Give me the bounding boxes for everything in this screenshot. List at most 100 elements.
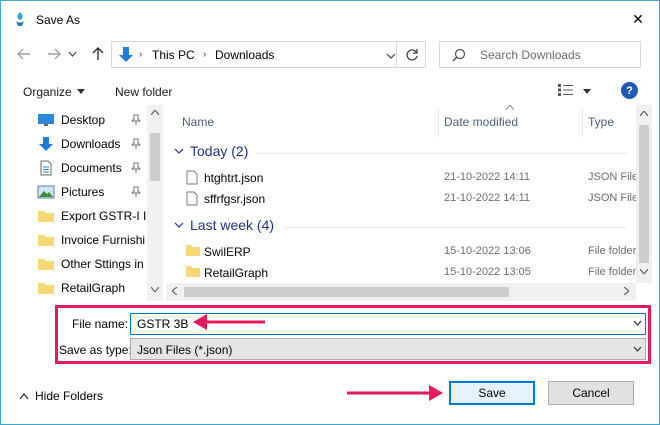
group-header-today[interactable]: Today (2) — [174, 143, 248, 159]
search-input[interactable]: Search Downloads — [439, 41, 641, 68]
back-arrow-icon — [17, 48, 30, 60]
sidebar-item-other-settings[interactable]: Other Sttings in S — [25, 253, 147, 275]
sidebar-item-desktop[interactable]: Desktop — [25, 109, 147, 131]
group-label: Last week (4) — [190, 217, 275, 233]
file-list: Name Date modified Type Today (2) htghtr… — [166, 105, 636, 301]
breadcrumb-this-pc[interactable]: This PC — [152, 48, 195, 62]
navigation-scrollbar[interactable] — [147, 105, 163, 301]
downloads-location-icon — [119, 47, 133, 62]
sidebar-item-documents[interactable]: Documents — [25, 157, 147, 179]
column-header-type[interactable]: Type — [588, 115, 614, 129]
recent-locations-button[interactable] — [65, 43, 79, 65]
pin-icon — [131, 186, 141, 197]
file-date: 15-10-2022 13:05 — [444, 266, 531, 278]
close-button[interactable]: ✕ — [623, 7, 653, 31]
sidebar-item-downloads[interactable]: Downloads — [25, 133, 147, 155]
chevron-up-icon — [19, 392, 29, 399]
pin-icon — [131, 162, 141, 173]
up-button[interactable] — [87, 43, 109, 65]
sidebar-item-label: Other Sttings in S — [61, 257, 147, 271]
scrollbar-thumb[interactable] — [639, 125, 649, 263]
sidebar-item-label: Invoice Furnishi — [61, 233, 146, 247]
file-row[interactable]: sffrfgsr.json 21-10-2022 14:11 JSON File — [166, 188, 636, 209]
file-row[interactable]: htghtrt.json 21-10-2022 14:11 JSON File — [166, 167, 636, 188]
sidebar-item-label: RetailGraph — [61, 281, 126, 295]
file-type: JSON File — [588, 171, 636, 183]
column-divider[interactable] — [438, 107, 439, 137]
file-icon — [186, 170, 198, 185]
sidebar-item-invoice-furnishing[interactable]: Invoice Furnishi — [25, 229, 147, 251]
scroll-down-icon[interactable] — [640, 269, 648, 274]
file-name: SwilERP — [204, 245, 251, 259]
file-row[interactable]: SwilERP 15-10-2022 13:06 File folder — [166, 241, 636, 262]
breadcrumb-downloads[interactable]: Downloads — [215, 48, 274, 62]
chevron-down-icon — [68, 51, 76, 57]
group-header-last-week[interactable]: Last week (4) — [174, 217, 274, 233]
search-icon — [452, 48, 466, 62]
new-folder-button[interactable]: New folder — [115, 85, 172, 99]
scroll-up-icon[interactable] — [640, 111, 648, 116]
chevron-down-icon — [174, 222, 184, 228]
group-divider — [256, 153, 626, 154]
folder-icon — [186, 266, 200, 277]
view-caret-icon[interactable] — [583, 89, 591, 94]
pictures-icon — [37, 185, 55, 199]
window-title: Save As — [36, 13, 81, 27]
group-label: Today (2) — [190, 143, 249, 159]
file-type: File folder — [588, 266, 636, 278]
view-options-icon[interactable] — [557, 83, 575, 97]
breadcrumb-separator: › — [203, 49, 207, 60]
save-button[interactable]: Save — [449, 381, 535, 405]
help-icon[interactable]: ? — [621, 82, 638, 99]
desktop-icon — [38, 114, 54, 126]
save-annotation-arrow — [347, 385, 443, 401]
pin-icon — [131, 114, 141, 125]
refresh-button[interactable] — [396, 41, 426, 68]
scroll-down-icon[interactable] — [151, 287, 159, 292]
folder-icon — [38, 259, 54, 270]
folder-icon — [38, 211, 54, 222]
sidebar-item-retailgraph[interactable]: RetailGraph — [25, 277, 147, 299]
up-arrow-icon — [92, 47, 104, 60]
column-divider[interactable] — [582, 107, 583, 137]
folder-icon — [38, 283, 54, 294]
file-list-horizontal-scrollbar[interactable] — [166, 283, 636, 301]
file-type: File folder — [588, 245, 636, 257]
sidebar-item-pictures[interactable]: Pictures — [25, 181, 147, 203]
sidebar-item-label: Export GSTR-I In — [61, 209, 147, 223]
sidebar-item-export-gstr[interactable]: Export GSTR-I In — [25, 205, 147, 227]
scroll-up-icon[interactable] — [151, 110, 159, 115]
hide-folders-button[interactable]: Hide Folders — [19, 389, 103, 403]
file-list-vertical-scrollbar[interactable] — [636, 105, 652, 283]
scroll-left-icon[interactable] — [172, 287, 177, 295]
title-bar: Save As ✕ — [1, 1, 659, 37]
cancel-button[interactable]: Cancel — [548, 381, 634, 405]
scrollbar-thumb[interactable] — [184, 287, 509, 297]
save-as-dialog: Save As ✕ › This PC › Downloads Search D… — [0, 0, 660, 425]
file-type: JSON File — [588, 192, 636, 204]
sort-caret-icon — [506, 105, 514, 110]
column-header-name[interactable]: Name — [182, 115, 214, 129]
address-bar[interactable]: › This PC › Downloads — [111, 41, 426, 68]
folder-icon — [186, 245, 200, 256]
group-divider — [284, 227, 626, 228]
organize-caret-icon — [77, 89, 85, 94]
search-placeholder: Search Downloads — [480, 48, 581, 62]
app-icon — [16, 12, 24, 26]
scrollbar-thumb[interactable] — [150, 133, 160, 181]
refresh-icon — [405, 48, 418, 61]
file-date: 21-10-2022 14:11 — [444, 171, 531, 183]
folder-icon — [38, 235, 54, 246]
scroll-right-icon[interactable] — [624, 287, 629, 295]
close-icon: ✕ — [632, 10, 644, 27]
file-row[interactable]: RetailGraph 15-10-2022 13:05 File folder — [166, 262, 636, 283]
forward-arrow-icon — [48, 48, 61, 60]
forward-button[interactable] — [43, 43, 65, 65]
annotation-highlight-box — [55, 305, 651, 364]
downloads-icon — [39, 137, 53, 151]
back-button[interactable] — [13, 43, 35, 65]
column-header-date-modified[interactable]: Date modified — [444, 115, 518, 129]
file-name: RetailGraph — [204, 266, 269, 280]
navigation-pane: Desktop Downloads Documents Pictures Exp… — [25, 105, 163, 301]
organize-button[interactable]: Organize — [23, 85, 72, 99]
